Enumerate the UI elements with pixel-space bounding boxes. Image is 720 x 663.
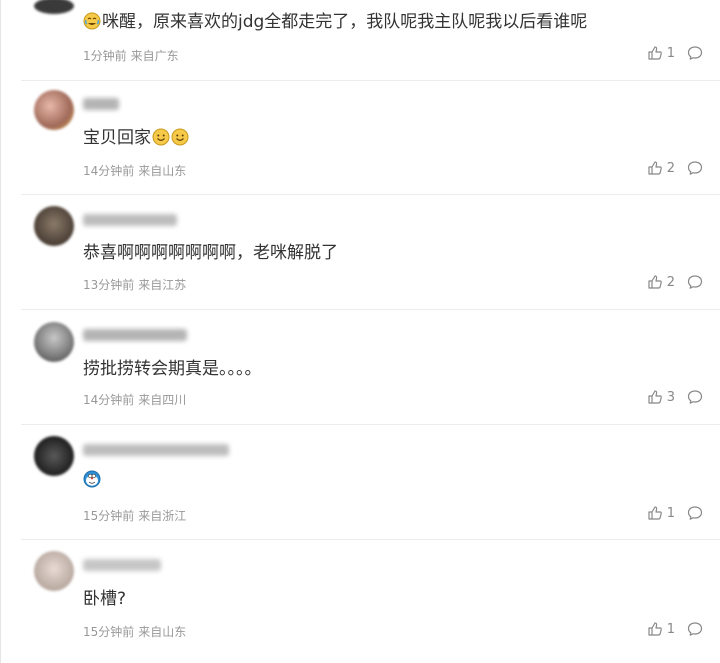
comment-item: 恭喜啊啊啊啊啊啊啊，老咪解脱了 13分钟前 来自江苏 2 bbox=[21, 194, 720, 310]
comment-time: 15分钟前 bbox=[83, 625, 135, 639]
avatar[interactable] bbox=[34, 322, 74, 362]
comment-location: 来自山东 bbox=[138, 164, 187, 178]
comment-item: 卧槽? 15分钟前 来自山东 1 bbox=[21, 539, 720, 663]
comment-item: 捞批捞转会期真是。。。。 14分钟前 来自四川 3 bbox=[21, 309, 720, 425]
comment-text bbox=[83, 470, 101, 490]
username[interactable] bbox=[83, 559, 161, 571]
like-count: 3 bbox=[666, 389, 675, 405]
comment-bubble-icon[interactable] bbox=[687, 621, 703, 637]
like-count: 2 bbox=[666, 274, 675, 290]
comment-meta: 14分钟前 来自四川 bbox=[83, 391, 186, 408]
comment-item: 咪醒，原来喜欢的jdg全都走完了，我队呢我主队呢我以后看谁呢 1分钟前 来自广东 … bbox=[21, 0, 720, 81]
smile-emoji bbox=[171, 128, 189, 146]
smile-emoji bbox=[152, 128, 170, 146]
like-count: 2 bbox=[666, 160, 675, 176]
comment-meta: 13分钟前 来自江苏 bbox=[83, 276, 186, 293]
comment-time: 14分钟前 bbox=[83, 164, 135, 178]
crying-laughing-emoji bbox=[83, 12, 101, 30]
comment-feed: 咪醒，原来喜欢的jdg全都走完了，我队呢我主队呢我以后看谁呢 1分钟前 来自广东 … bbox=[0, 0, 720, 663]
comment-time: 1分钟前 bbox=[83, 49, 127, 63]
thumbs-up-icon bbox=[648, 46, 662, 60]
comment-location: 来自江苏 bbox=[138, 278, 187, 292]
comment-meta: 14分钟前 来自山东 bbox=[83, 162, 186, 179]
like-count: 1 bbox=[666, 621, 675, 637]
like-button[interactable]: 1 bbox=[647, 45, 675, 61]
like-button[interactable]: 2 bbox=[647, 160, 675, 176]
comment-item: 宝贝回家 14分钟前 来自山东 2 bbox=[21, 80, 720, 195]
thumbs-up-icon bbox=[648, 390, 662, 404]
thumbs-up-icon bbox=[648, 161, 662, 175]
like-button[interactable]: 1 bbox=[647, 621, 675, 637]
comment-meta: 15分钟前 来自浙江 bbox=[83, 507, 186, 524]
comment-text: 捞批捞转会期真是。。。。 bbox=[83, 359, 262, 379]
comment-bubble-icon[interactable] bbox=[687, 389, 703, 405]
username[interactable] bbox=[83, 444, 229, 456]
like-count: 1 bbox=[666, 505, 675, 521]
comment-item: 15分钟前 来自浙江 1 bbox=[21, 424, 720, 540]
comment-time: 14分钟前 bbox=[83, 393, 135, 407]
comment-location: 来自广东 bbox=[130, 49, 179, 63]
username[interactable] bbox=[83, 214, 177, 226]
comment-bubble-icon[interactable] bbox=[687, 45, 703, 61]
comment-meta: 1分钟前 来自广东 bbox=[83, 47, 179, 64]
avatar[interactable] bbox=[34, 551, 74, 591]
avatar[interactable] bbox=[34, 206, 74, 246]
username[interactable] bbox=[83, 98, 119, 110]
like-button[interactable]: 2 bbox=[647, 274, 675, 290]
comment-meta: 15分钟前 来自山东 bbox=[83, 623, 186, 640]
comment-time: 15分钟前 bbox=[83, 509, 135, 523]
comment-text: 恭喜啊啊啊啊啊啊啊，老咪解脱了 bbox=[83, 243, 338, 263]
comment-bubble-icon[interactable] bbox=[687, 274, 703, 290]
comment-bubble-icon[interactable] bbox=[687, 505, 703, 521]
username[interactable] bbox=[83, 329, 187, 341]
comment-text: 宝贝回家 bbox=[83, 128, 189, 148]
like-button[interactable]: 1 bbox=[647, 505, 675, 521]
comment-text: 咪醒，原来喜欢的jdg全都走完了，我队呢我主队呢我以后看谁呢 bbox=[83, 12, 587, 32]
thumbs-up-icon bbox=[648, 622, 662, 636]
comment-location: 来自浙江 bbox=[138, 509, 187, 523]
comment-bubble-icon[interactable] bbox=[687, 160, 703, 176]
avatar[interactable] bbox=[34, 90, 74, 130]
thumbs-up-icon bbox=[648, 275, 662, 289]
avatar[interactable] bbox=[34, 0, 74, 14]
thumbs-up-icon bbox=[648, 506, 662, 520]
comment-time: 13分钟前 bbox=[83, 278, 135, 292]
avatar[interactable] bbox=[34, 436, 74, 476]
comment-text: 卧槽? bbox=[83, 589, 127, 609]
like-button[interactable]: 3 bbox=[647, 389, 675, 405]
comment-location: 来自四川 bbox=[138, 393, 187, 407]
doraemon-emoji bbox=[83, 470, 101, 488]
comment-location: 来自山东 bbox=[138, 625, 187, 639]
like-count: 1 bbox=[666, 45, 675, 61]
